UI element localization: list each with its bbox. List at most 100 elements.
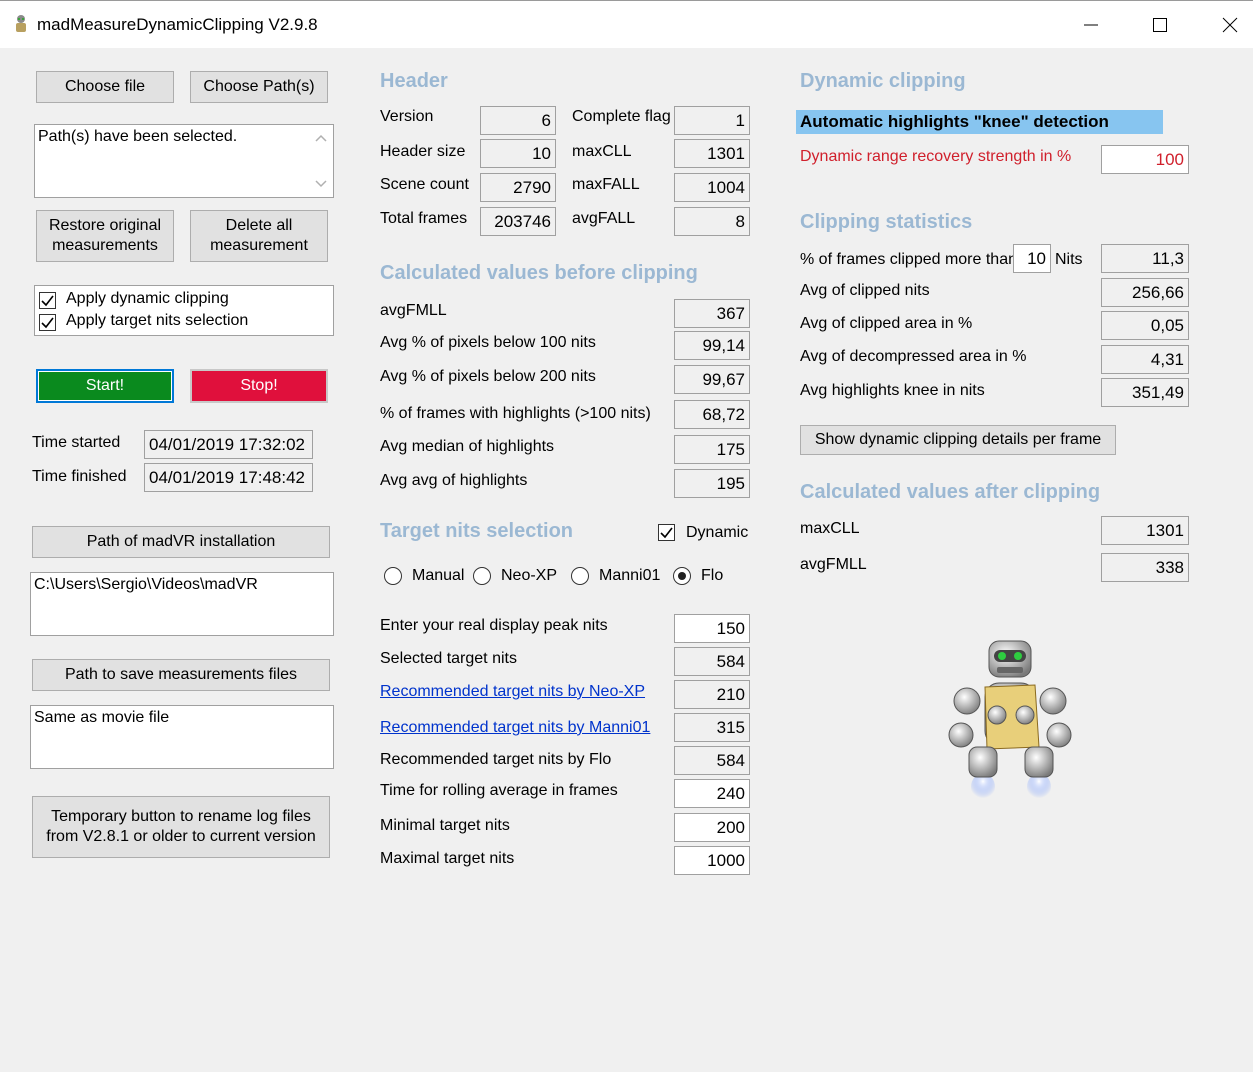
close-icon (1222, 17, 1238, 32)
madvr-path-button[interactable]: Path of madVR installation (32, 526, 330, 558)
before-value-frames-highlights: 68,72 (674, 400, 750, 429)
choose-file-button[interactable]: Choose file (36, 71, 174, 103)
save-path-button[interactable]: Path to save measurements files (32, 659, 330, 691)
total-frames-field: 203746 (480, 207, 556, 236)
radio-neoxp-label[interactable]: Neo-XP (501, 567, 557, 585)
neoxp-recommended-field: 210 (674, 680, 750, 709)
radio-manni01[interactable] (571, 567, 589, 585)
rolling-average-label: Time for rolling average in frames (380, 782, 618, 799)
stop-button[interactable]: Stop! (190, 369, 328, 403)
scroll-down-icon[interactable] (315, 179, 327, 189)
recovery-strength-label: Dynamic range recovery strength in % (800, 148, 1072, 165)
avg-clipped-nits-field: 256,66 (1101, 278, 1189, 307)
maxfall-label: maxFALL (572, 176, 640, 193)
manni01-recommended-field: 315 (674, 713, 750, 742)
manni01-recommended-link[interactable]: Recommended target nits by Manni01 (380, 719, 650, 737)
scene-count-field: 2790 (480, 173, 556, 202)
before-label-below-100: Avg % of pixels below 100 nits (380, 334, 596, 351)
knee-detection-heading: Automatic highlights "knee" detection (800, 112, 1109, 131)
maximize-icon (1153, 17, 1167, 32)
rename-logs-button[interactable]: Temporary button to rename log files fro… (32, 796, 330, 858)
radio-manual[interactable] (384, 567, 402, 585)
maxcll-field: 1301 (674, 139, 750, 168)
avgfall-label: avgFALL (572, 210, 636, 227)
maxfall-field: 1004 (674, 173, 750, 202)
status-text: Path(s) have been selected. (38, 128, 238, 145)
time-finished-field: 04/01/2019 17:48:42 (144, 463, 313, 492)
recovery-strength-field[interactable]: 100 (1101, 145, 1189, 174)
maximal-target-nits-field[interactable]: 1000 (674, 846, 750, 875)
checkmark-icon (660, 527, 673, 539)
rename-label-1: Temporary button to rename log files (51, 808, 311, 825)
time-started-field: 04/01/2019 17:32:02 (144, 430, 313, 459)
before-label-avgfmll: avgFMLL (380, 302, 447, 319)
target-nits-title: Target nits selection (380, 520, 574, 542)
restore-measurements-button[interactable]: Restore original measurements (36, 210, 174, 262)
before-label-avg: Avg avg of highlights (380, 472, 528, 489)
avg-highlights-knee-label: Avg highlights knee in nits (800, 382, 985, 399)
madvr-path-field[interactable]: C:\Users\Sergio\Videos\madVR (30, 572, 334, 636)
scroll-up-icon[interactable] (315, 133, 327, 143)
delete-measurements-button[interactable]: Delete all measurement (190, 210, 328, 262)
window-title: madMeasureDynamicClipping V2.9.8 (37, 15, 318, 34)
frames-clipped-nits-field[interactable]: 10 (1013, 244, 1051, 273)
version-label: Version (380, 108, 434, 125)
delete-label-1: Delete all (225, 217, 293, 234)
close-button[interactable] (1195, 1, 1253, 48)
radio-flo-label[interactable]: Flo (701, 567, 723, 585)
before-clipping-title: Calculated values before clipping (380, 262, 698, 284)
dynamic-label[interactable]: Dynamic (686, 524, 748, 542)
apply-dynamic-clipping-checkbox[interactable] (39, 292, 56, 309)
dynamic-checkbox[interactable] (658, 524, 675, 541)
rolling-average-field[interactable]: 240 (674, 779, 750, 808)
checkmark-icon (41, 295, 54, 307)
app-icon (16, 15, 26, 32)
before-label-below-200: Avg % of pixels below 200 nits (380, 368, 596, 385)
apply-target-nits-label[interactable]: Apply target nits selection (66, 312, 248, 330)
start-button[interactable]: Start! (36, 369, 174, 403)
minimal-target-nits-field[interactable]: 200 (674, 813, 750, 842)
minimize-icon (1084, 24, 1098, 25)
checkmark-icon (41, 317, 54, 329)
maxcll-label: maxCLL (572, 143, 632, 160)
selected-target-nits-label: Selected target nits (380, 650, 517, 667)
radio-neoxp[interactable] (473, 567, 491, 585)
choose-paths-button[interactable]: Choose Path(s) (190, 71, 328, 103)
radio-flo[interactable] (673, 567, 691, 585)
neoxp-recommended-link[interactable]: Recommended target nits by Neo-XP (380, 683, 645, 701)
show-details-button[interactable]: Show dynamic clipping details per frame (800, 425, 1116, 455)
minimal-target-nits-label: Minimal target nits (380, 817, 510, 834)
minimize-button[interactable] (1056, 1, 1126, 48)
before-value-avg: 195 (674, 469, 750, 498)
flo-recommended-label: Recommended target nits by Flo (380, 751, 612, 768)
radio-manni01-label[interactable]: Manni01 (599, 567, 660, 585)
before-value-avgfmll: 367 (674, 299, 750, 328)
before-value-below-100: 99,14 (674, 331, 750, 360)
restore-label-2: measurements (52, 237, 158, 254)
real-peak-nits-label: Enter your real display peak nits (380, 617, 608, 634)
complete-flag-field: 1 (674, 106, 750, 135)
real-peak-nits-field[interactable]: 150 (674, 614, 750, 643)
status-textbox[interactable]: Path(s) have been selected. (34, 124, 334, 198)
avg-decompressed-area-label: Avg of decompressed area in % (800, 348, 1027, 365)
complete-flag-label: Complete flag (572, 108, 671, 125)
clipping-statistics-title: Clipping statistics (800, 211, 973, 233)
avg-decompressed-area-field: 4,31 (1101, 345, 1189, 374)
apply-target-nits-checkbox[interactable] (39, 314, 56, 331)
header-section-title: Header (380, 70, 448, 92)
maximal-target-nits-label: Maximal target nits (380, 850, 515, 867)
restore-label-1: Restore original (48, 217, 162, 234)
avg-clipped-area-field: 0,05 (1101, 311, 1189, 340)
avg-clipped-nits-label: Avg of clipped nits (800, 282, 930, 299)
save-path-field[interactable]: Same as movie file (30, 705, 334, 769)
rename-label-2: from V2.8.1 or older to current version (46, 828, 316, 845)
avg-highlights-knee-field: 351,49 (1101, 378, 1189, 407)
frames-clipped-value: 11,3 (1101, 244, 1189, 273)
radio-selected-dot (678, 572, 686, 580)
header-size-label: Header size (380, 143, 466, 160)
apply-dynamic-clipping-label[interactable]: Apply dynamic clipping (66, 290, 229, 308)
maximize-button[interactable] (1125, 1, 1195, 48)
radio-manual-label[interactable]: Manual (412, 567, 464, 585)
title-bar: madMeasureDynamicClipping V2.9.8 (0, 0, 1253, 48)
version-field: 6 (480, 106, 556, 135)
